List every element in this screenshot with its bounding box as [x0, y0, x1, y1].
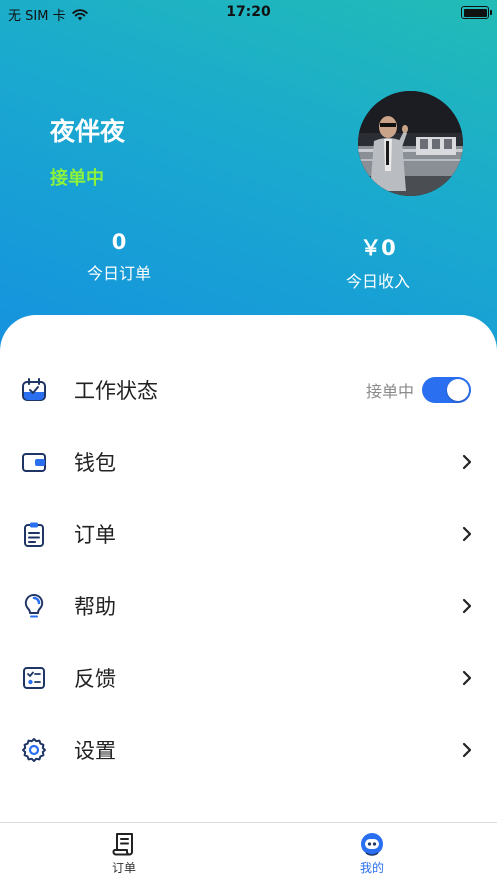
profile-header: 无 SIM 卡 17:20 夜伴夜 接单中 0 今日订单 ￥0 今日收入 [0, 0, 497, 350]
battery-icon [461, 6, 492, 19]
user-name: 夜伴夜 [50, 117, 126, 146]
menu-item-settings[interactable]: 设置 [0, 714, 497, 786]
feedback-label: 反馈 [74, 667, 116, 691]
toggle-knob [447, 379, 469, 401]
today-income-stat: ￥0 今日收入 [293, 232, 463, 292]
work-status-toggle[interactable] [422, 377, 471, 403]
wallet-icon [22, 453, 46, 472]
tab-mine-label: 我的 [359, 861, 384, 875]
today-income-value: ￥0 [360, 236, 396, 260]
wallet-label: 钱包 [74, 451, 116, 475]
menu-item-orders[interactable]: 订单 [0, 498, 497, 570]
clipboard-icon [24, 522, 44, 547]
work-status-text: 接单中 [365, 382, 414, 401]
chevron-right-icon [462, 526, 472, 542]
menu-item-feedback[interactable]: 反馈 [0, 642, 497, 714]
menu-item-help[interactable]: 帮助 [0, 570, 497, 642]
menu-item-work-status[interactable]: 工作状态 接单中 [0, 354, 497, 426]
order-list-icon [112, 833, 133, 856]
today-orders-stat: 0 今日订单 [34, 230, 204, 284]
help-label: 帮助 [74, 595, 116, 619]
tab-orders[interactable]: 订单 [94, 831, 154, 876]
chevron-right-icon [462, 598, 472, 614]
tab-mine[interactable]: 我的 [342, 831, 402, 876]
chevron-right-icon [462, 454, 472, 470]
tab-orders-label: 订单 [111, 861, 136, 875]
avatar-photo [358, 91, 463, 196]
robot-face-icon [361, 833, 383, 856]
today-income-label: 今日收入 [345, 272, 410, 291]
battery-level [463, 8, 487, 17]
today-orders-label: 今日订单 [86, 264, 151, 283]
status-time: 17:20 [226, 4, 271, 20]
gear-icon [22, 738, 46, 762]
avatar[interactable] [358, 91, 463, 196]
tab-bar: 订单 我的 [0, 822, 497, 883]
lightbulb-icon [24, 593, 44, 618]
status-bar: 无 SIM 卡 17:20 [0, 0, 497, 26]
work-status-label: 工作状态 [74, 379, 158, 403]
checklist-icon [23, 667, 45, 689]
chevron-right-icon [462, 742, 472, 758]
settings-label: 设置 [74, 739, 116, 763]
calendar-check-icon [22, 378, 46, 401]
menu-item-wallet[interactable]: 钱包 [0, 426, 497, 498]
menu-card: 工作状态 接单中 钱包 订单 帮助 反馈 设置 [0, 315, 497, 823]
work-status-control: 接单中 [366, 377, 471, 403]
chevron-right-icon [462, 670, 472, 686]
today-orders-value: 0 [111, 230, 127, 254]
orders-label: 订单 [74, 523, 116, 547]
work-status-badge: 接单中 [50, 168, 104, 189]
